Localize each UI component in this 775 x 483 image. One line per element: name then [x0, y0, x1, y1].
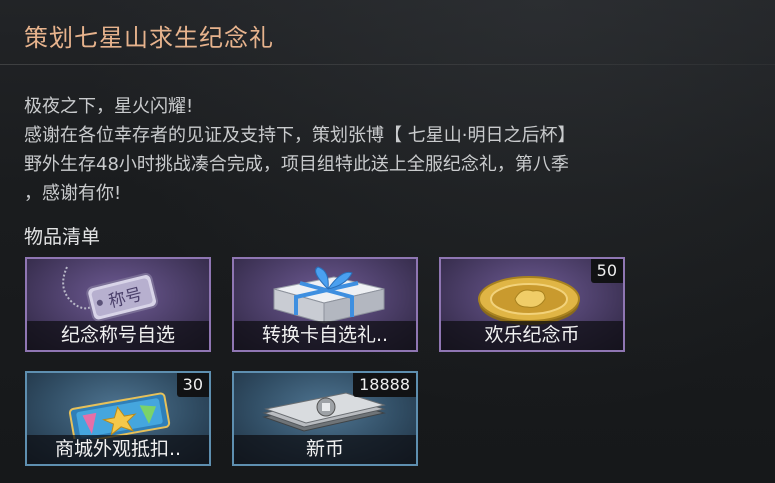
item-card-gift-box[interactable]: 转换卡自选礼.. — [232, 257, 418, 352]
message-line: ，感谢有你! — [24, 183, 122, 204]
gift-message: 极夜之下，星火闪耀! 感谢在各位幸存者的见证及支持下，策划张博【 七星山·明日之… — [24, 92, 759, 208]
title-tag-icon: 称号 — [62, 266, 159, 322]
item-card-gold-coin[interactable]: 50 欢乐纪念币 — [439, 257, 625, 352]
message-line: 感谢在各位幸存者的见证及支持下，策划张博【 七星山·明日之后杯】 — [24, 125, 576, 146]
item-label: 商城外观抵扣.. — [27, 435, 209, 464]
item-count: 30 — [176, 373, 209, 397]
item-label: 欢乐纪念币 — [441, 321, 623, 350]
message-line: 野外生存48小时挑战凑合完成，项目组特此送上全服纪念礼，第八季 — [24, 154, 569, 175]
item-label: 转换卡自选礼.. — [234, 321, 416, 350]
page-title: 策划七星山求生纪念礼 — [24, 24, 274, 52]
item-card-title-tag[interactable]: 称号 纪念称号自选 — [25, 257, 211, 352]
gift-panel: 策划七星山求生纪念礼 极夜之下，星火闪耀! 感谢在各位幸存者的见证及支持下，策划… — [0, 0, 775, 483]
item-list-title: 物品清单 — [24, 226, 101, 248]
item-label: 纪念称号自选 — [27, 321, 209, 350]
item-card-coupon[interactable]: 30 商城外观抵扣.. — [25, 371, 211, 466]
item-count: 18888 — [353, 373, 416, 397]
message-line: 极夜之下，星火闪耀! — [24, 96, 194, 117]
item-count: 50 — [590, 259, 623, 283]
gift-box-icon — [273, 266, 385, 324]
title-divider — [0, 64, 775, 65]
item-card-cash[interactable]: 18888 新币 — [232, 371, 418, 466]
item-label: 新币 — [234, 435, 416, 464]
